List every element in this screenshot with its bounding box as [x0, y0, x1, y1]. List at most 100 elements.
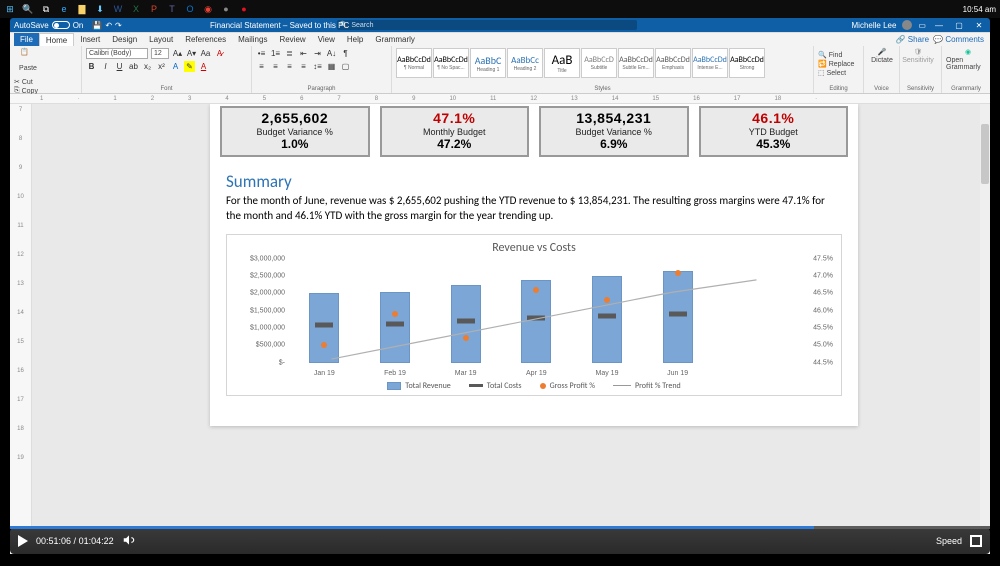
maximize-button[interactable]: ▢: [952, 21, 966, 30]
bold-button[interactable]: B: [86, 61, 97, 72]
chart-container[interactable]: Revenue vs Costs $-$500,000$1,000,000$1,…: [226, 234, 842, 396]
select-button[interactable]: ⬚Select: [818, 69, 859, 77]
tab-view[interactable]: View: [312, 33, 341, 46]
scrollbar-thumb[interactable]: [981, 124, 989, 184]
fullscreen-button[interactable]: [970, 535, 982, 547]
font-size-select[interactable]: 12: [151, 48, 169, 59]
tab-grammarly[interactable]: Grammarly: [369, 33, 421, 46]
style-4[interactable]: AaBTitle: [544, 48, 580, 78]
grow-font-button[interactable]: A▴: [172, 48, 183, 59]
line-spacing-button[interactable]: ↕≡: [312, 61, 323, 72]
tab-references[interactable]: References: [179, 33, 232, 46]
toggle-switch-icon[interactable]: [52, 21, 70, 29]
user-name[interactable]: Michelle Lee: [852, 21, 897, 30]
outlook-icon[interactable]: O: [184, 3, 196, 15]
undo-icon[interactable]: ↶: [105, 21, 112, 30]
word-icon[interactable]: W: [112, 3, 124, 15]
subscript-button[interactable]: x₂: [142, 61, 153, 72]
underline-button[interactable]: U: [114, 61, 125, 72]
replace-button[interactable]: 🔁Replace: [818, 60, 859, 68]
text-effects-button[interactable]: A: [170, 61, 181, 72]
font-name-select[interactable]: Calibri (Body): [86, 48, 148, 59]
horizontal-ruler[interactable]: 1·123456789101112131415161718·: [10, 94, 990, 104]
record-icon[interactable]: ●: [238, 3, 250, 15]
highlight-button[interactable]: ✎: [184, 61, 195, 72]
sensitivity-button[interactable]: 🛡 Sensitivity: [904, 48, 932, 64]
volume-button[interactable]: [122, 533, 136, 549]
ribbon-home: 📋 Paste ✂Cut ⎘Copy 🖌Format Painter Clipb…: [10, 46, 990, 94]
tab-mailings[interactable]: Mailings: [232, 33, 273, 46]
tab-layout[interactable]: Layout: [143, 33, 179, 46]
strike-button[interactable]: ab: [128, 61, 139, 72]
borders-button[interactable]: ▢: [340, 61, 351, 72]
redo-icon[interactable]: ↷: [115, 21, 122, 30]
align-left-button[interactable]: ≡: [256, 61, 267, 72]
change-case-button[interactable]: Aa: [200, 48, 211, 59]
justify-button[interactable]: ≡: [298, 61, 309, 72]
style-9[interactable]: AaBbCcDdStrong: [729, 48, 765, 78]
indent-dec-button[interactable]: ⇤: [298, 48, 309, 59]
paste-button[interactable]: 📋 Paste: [14, 48, 42, 72]
user-avatar-icon[interactable]: [902, 20, 912, 30]
dictate-button[interactable]: 🎤 Dictate: [868, 48, 896, 64]
tab-help[interactable]: Help: [341, 33, 369, 46]
style-0[interactable]: AaBbCcDd¶ Normal: [396, 48, 432, 78]
tab-review[interactable]: Review: [273, 33, 311, 46]
edge-icon[interactable]: e: [58, 3, 70, 15]
chrome-icon[interactable]: ◉: [202, 3, 214, 15]
style-3[interactable]: AaBbCcHeading 2: [507, 48, 543, 78]
store-icon[interactable]: ⬇: [94, 3, 106, 15]
speed-button[interactable]: Speed: [936, 536, 962, 546]
taskview-icon[interactable]: ⧉: [40, 3, 52, 15]
close-button[interactable]: ✕: [972, 21, 986, 30]
comments-button[interactable]: 💬 Comments: [933, 35, 984, 44]
tab-home[interactable]: Home: [39, 33, 74, 46]
share-button[interactable]: 🔗 Share: [896, 35, 930, 44]
show-marks-button[interactable]: ¶: [340, 48, 351, 59]
shrink-font-button[interactable]: A▾: [186, 48, 197, 59]
style-2[interactable]: AaBbCHeading 1: [470, 48, 506, 78]
shading-button[interactable]: ▦: [326, 61, 337, 72]
italic-button[interactable]: I: [100, 61, 111, 72]
explorer-icon[interactable]: ▇: [76, 3, 88, 15]
indent-inc-button[interactable]: ⇥: [312, 48, 323, 59]
find-button[interactable]: 🔍Find: [818, 51, 859, 59]
x-tick: Feb 19: [384, 370, 406, 377]
autosave-toggle[interactable]: AutoSave On 💾 ↶ ↷: [14, 21, 122, 30]
sort-button[interactable]: A↓: [326, 48, 337, 59]
cut-button[interactable]: ✂Cut: [14, 78, 71, 86]
save-icon[interactable]: 💾: [92, 21, 102, 30]
numbering-button[interactable]: 1≡: [270, 48, 281, 59]
tab-insert[interactable]: Insert: [74, 33, 106, 46]
video-progress-bar[interactable]: [10, 526, 990, 529]
style-7[interactable]: AaBbCcDdEmphasis: [655, 48, 691, 78]
style-5[interactable]: AaBbCcDSubtitle: [581, 48, 617, 78]
spotify-icon[interactable]: ●: [220, 3, 232, 15]
minimize-button[interactable]: —: [932, 21, 946, 30]
multilevel-button[interactable]: ≣: [284, 48, 295, 59]
start-icon[interactable]: ⊞: [4, 3, 16, 15]
style-1[interactable]: AaBbCcDd¶ No Spac...: [433, 48, 469, 78]
teams-icon[interactable]: T: [166, 3, 178, 15]
align-right-button[interactable]: ≡: [284, 61, 295, 72]
play-button[interactable]: [18, 535, 28, 547]
grammarly-icon: ◉: [965, 48, 971, 56]
bullets-button[interactable]: •≡: [256, 48, 267, 59]
tab-file[interactable]: File: [14, 33, 39, 46]
clear-format-button[interactable]: A̷: [214, 48, 225, 59]
styles-gallery[interactable]: AaBbCcDd¶ NormalAaBbCcDd¶ No Spac...AaBb…: [396, 48, 809, 78]
grammarly-button[interactable]: ◉ Open Grammarly: [946, 48, 990, 71]
style-8[interactable]: AaBbCcDdIntense E...: [692, 48, 728, 78]
style-6[interactable]: AaBbCcDdSubtle Em...: [618, 48, 654, 78]
ribbon-options-icon[interactable]: ▭: [918, 21, 926, 30]
vertical-scrollbar[interactable]: [980, 104, 990, 528]
align-center-button[interactable]: ≡: [270, 61, 281, 72]
excel-icon[interactable]: X: [130, 3, 142, 15]
vertical-ruler[interactable]: 78910111213141516171819: [10, 104, 32, 528]
search-icon[interactable]: 🔍: [22, 3, 34, 15]
ppt-icon[interactable]: P: [148, 3, 160, 15]
tab-design[interactable]: Design: [106, 33, 143, 46]
titlebar-search[interactable]: 🔍 Search: [337, 20, 637, 30]
font-color-button[interactable]: A: [198, 61, 209, 72]
superscript-button[interactable]: x²: [156, 61, 167, 72]
